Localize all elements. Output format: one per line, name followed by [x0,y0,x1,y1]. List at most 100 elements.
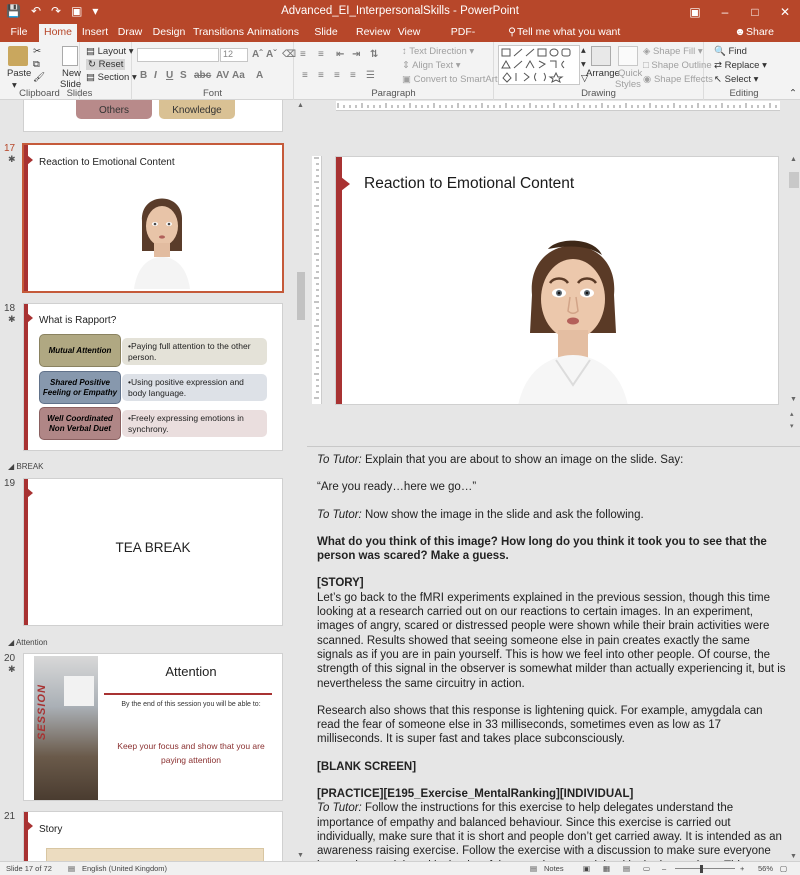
decrease-font-icon[interactable]: Aˇ [266,49,277,60]
font-color-icon[interactable]: A [256,70,263,81]
quick-styles-button[interactable]: Quick [618,68,642,79]
shape-fill-button[interactable]: ◈ Shape Fill ▾ [643,46,703,57]
align-text-button[interactable]: ⇕ Align Text ▾ [402,60,461,71]
tab-pdf-xchange[interactable]: PDF-XChange 4 [432,24,494,55]
arrange-icon[interactable] [591,46,611,66]
justify-icon[interactable]: ≡ [350,70,356,81]
shadow-icon[interactable]: S [180,70,187,81]
current-slide[interactable]: Reaction to Emotional Content [335,156,779,405]
section-button[interactable]: ▤ Section ▾ [86,72,137,83]
slide-thumbnail-21[interactable]: Story [23,811,283,861]
scroll-up-icon[interactable]: ▲ [790,156,797,163]
line-spacing-icon[interactable]: ⇅ [370,49,378,60]
paste-button[interactable]: Paste [7,68,31,79]
decrease-indent-icon[interactable]: ⇤ [336,49,344,60]
thumbnails-scroll-thumb[interactable] [297,272,305,320]
spellcheck-icon[interactable]: ▤ [68,864,75,873]
reset-button[interactable]: ↻ Reset [86,59,126,70]
tab-transitions[interactable]: Transitions [193,24,244,42]
align-center-icon[interactable]: ≡ [318,70,324,81]
scared-woman-face-image[interactable] [518,215,628,405]
editor-scrollbar[interactable]: ▲ ▼ ▴ ▾ [788,156,800,446]
slide-thumbnail-16[interactable]: Others Knowledge [23,100,283,132]
replace-button[interactable]: ⇄ Replace ▾ [714,60,767,71]
increase-indent-icon[interactable]: ⇥ [352,49,360,60]
tab-file[interactable]: File [6,24,32,42]
normal-view-icon[interactable]: ▣ [583,864,590,873]
zoom-slider[interactable] [675,868,735,869]
slide-thumbnail-20[interactable]: SESSION Attention By the end of this ses… [23,653,283,801]
maximize-icon[interactable]: □ [740,0,770,24]
align-right-icon[interactable]: ≡ [334,70,340,81]
scroll-down-icon[interactable]: ▼ [790,853,797,860]
tab-home[interactable]: Home [39,24,77,43]
bold-icon[interactable]: B [140,70,147,81]
tab-animations[interactable]: Animations [247,24,299,42]
minimize-icon[interactable]: – [710,0,740,24]
section-attention[interactable]: ◢ Attention [8,638,48,647]
change-case-icon[interactable]: Aa [232,70,245,81]
slide-thumbnail-17[interactable]: Reaction to Emotional Content [22,143,284,293]
vertical-ruler[interactable] [312,156,322,404]
tab-draw[interactable]: Draw [116,24,144,42]
italic-icon[interactable]: I [154,70,157,81]
editor-scroll-thumb[interactable] [789,172,799,188]
text-direction-button[interactable]: ↕ Text Direction ▾ [402,46,474,57]
shapes-gallery[interactable] [498,45,580,85]
slide-sorter-icon[interactable]: ▦ [603,864,610,873]
underline-icon[interactable]: U [166,70,173,81]
shape-effects-button[interactable]: ◉ Shape Effects [643,74,713,85]
tab-design[interactable]: Design [152,24,186,42]
arrange-button[interactable]: Arrange [586,68,620,79]
tab-slide-show[interactable]: Slide Show [303,24,349,55]
fit-to-window-icon[interactable]: ▢ [780,864,787,873]
paste-icon[interactable] [8,46,28,66]
next-slide-icon[interactable]: ▾ [790,422,794,430]
new-slide-icon[interactable] [62,46,78,66]
section-break[interactable]: ◢ BREAK [8,462,44,471]
ribbon-display-icon[interactable]: ▣ [680,0,710,24]
shapes-scroll-up-icon[interactable]: ▴ [581,45,586,56]
slide-thumbnail-18[interactable]: What is Rapport? Mutual Attention •Payin… [23,303,283,451]
slide-thumbnail-19[interactable]: TEA BREAK [23,478,283,626]
strikethrough-icon[interactable]: abc [194,70,211,81]
thumbnails-scrollbar[interactable]: ▲ ▼ [295,100,307,861]
notes-toggle[interactable]: Notes [544,864,564,873]
previous-slide-icon[interactable]: ▴ [790,410,794,418]
increase-font-icon[interactable]: Aˆ [252,49,263,60]
slide-title[interactable]: Reaction to Emotional Content [364,175,574,193]
reading-view-icon[interactable]: ▤ [623,864,630,873]
align-left-icon[interactable]: ≡ [302,70,308,81]
layout-button[interactable]: ▤ Layout ▾ [86,46,134,57]
tab-review[interactable]: Review [356,24,390,42]
scroll-up-icon[interactable]: ▲ [297,102,304,109]
tell-me-search[interactable]: Tell me what you want to do [517,24,622,55]
speaker-notes-pane[interactable]: To Tutor: Explain that you are about to … [307,446,800,861]
copy-icon[interactable]: ⧉ [33,59,40,70]
select-button[interactable]: ↖ Select ▾ [714,74,758,85]
find-button[interactable]: 🔍 Find [714,46,747,57]
new-slide-button[interactable]: New [62,68,81,79]
zoom-in-icon[interactable]: + [740,864,744,873]
notes-icon[interactable]: ▤ [530,864,537,873]
zoom-level[interactable]: 56% [758,864,773,873]
notes-content[interactable]: To Tutor: Explain that you are about to … [317,453,787,861]
quick-styles-icon[interactable] [618,46,638,66]
horizontal-ruler[interactable] [336,101,780,111]
font-size-combo[interactable]: 12 [220,48,248,62]
zoom-slider-handle[interactable] [700,865,703,873]
notes-scrollbar[interactable]: ▼ [788,447,800,861]
share-button[interactable]: Share [746,24,774,42]
bullets-icon[interactable]: ≡ [300,49,306,60]
close-icon[interactable]: ✕ [770,0,800,24]
zoom-out-icon[interactable]: – [662,864,666,873]
collapse-ribbon-icon[interactable]: ⌃ [789,88,797,99]
numbering-icon[interactable]: ≡ [318,49,324,60]
slideshow-icon[interactable]: ▭ [643,864,650,873]
cut-icon[interactable]: ✂ [33,46,41,57]
scroll-down-icon[interactable]: ▼ [297,852,304,859]
shape-outline-button[interactable]: □ Shape Outline [643,60,712,71]
tab-insert[interactable]: Insert [80,24,110,42]
format-painter-icon[interactable]: 🖌 [33,72,45,83]
character-spacing-icon[interactable]: AV [216,70,229,81]
